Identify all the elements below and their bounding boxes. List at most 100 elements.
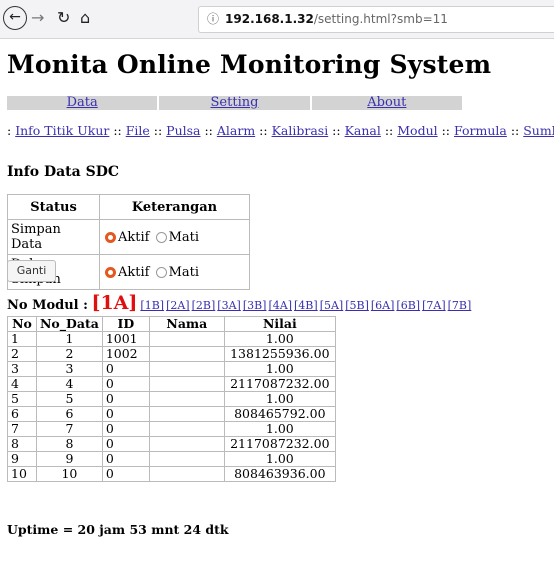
cell-nilai: 1.00 (223, 391, 336, 407)
cell-no: 3 (7, 361, 37, 377)
cell-no: 4 (7, 376, 37, 392)
menu-setting[interactable]: Setting (159, 96, 310, 110)
page-title: Monita Online Monitoring System (7, 50, 492, 79)
reload-icon[interactable]: ↻ (57, 8, 70, 27)
cell-no-data: 5 (36, 391, 103, 407)
debug-simpan-aktif-radio[interactable] (105, 266, 116, 278)
link-file[interactable]: File (126, 123, 150, 138)
modul-link[interactable]: [1B] (140, 299, 164, 312)
cell-id: 0 (101, 361, 150, 377)
cell-nama (148, 346, 225, 362)
link-modul[interactable]: Modul (397, 123, 437, 138)
cell-no: 8 (7, 436, 37, 452)
table-row: 10 10 0 808463936.00 (7, 466, 336, 482)
radio-label: Aktif (118, 264, 150, 280)
modul-link[interactable]: [7B] (448, 299, 472, 312)
cell-nilai: 808465792.00 (223, 406, 336, 422)
home-icon[interactable]: ⌂ (80, 8, 90, 27)
link-alarm[interactable]: Alarm (217, 123, 255, 138)
cell-no: 6 (7, 406, 37, 422)
cell-no-data: 8 (36, 436, 103, 452)
modul-link[interactable]: [7A] (422, 299, 446, 312)
modul-label: No Modul : (7, 298, 88, 313)
cell-no-data: 2 (36, 346, 103, 362)
cell-id: 0 (101, 451, 150, 467)
table-row: 3 3 0 1.00 (7, 361, 336, 377)
link-kalibrasi[interactable]: Kalibrasi (272, 123, 329, 138)
status-label: Simpan Data (7, 219, 100, 255)
main-menu: Data Setting About (7, 96, 462, 110)
table-row: 5 5 0 1.00 (7, 391, 336, 407)
link-pulsa[interactable]: Pulsa (166, 123, 200, 138)
col-no: No (7, 316, 37, 332)
link-kanal[interactable]: Kanal (345, 123, 381, 138)
cell-no-data: 4 (36, 376, 103, 392)
cell-nama (148, 331, 225, 347)
col-id: ID (101, 316, 150, 332)
table-row: 8 8 0 2117087232.00 (7, 436, 336, 452)
cell-nama (148, 406, 225, 422)
col-nilai: Nilai (223, 316, 336, 332)
simpan-data-aktif-radio[interactable] (105, 231, 116, 243)
section-title: Info Data SDC (7, 164, 119, 180)
cell-id: 0 (101, 406, 150, 422)
url-path: /setting.html?smb=11 (313, 12, 448, 26)
link-sumber[interactable]: Sumber (523, 123, 554, 138)
link-info-titik-ukur[interactable]: Info Titik Ukur (15, 123, 109, 138)
cell-no-data: 10 (36, 466, 103, 482)
modul-link[interactable]: [4B] (294, 299, 318, 312)
cell-id: 0 (101, 466, 150, 482)
info-icon[interactable]: ⓘ (207, 12, 219, 26)
simpan-data-mati-radio[interactable] (155, 231, 167, 243)
table-row: 7 7 0 1.00 (7, 421, 336, 437)
table-row: 9 9 0 1.00 (7, 451, 336, 467)
modul-link[interactable]: [4A] (268, 299, 292, 312)
cell-nama (148, 391, 225, 407)
cell-nilai: 1.00 (223, 361, 336, 377)
modul-link[interactable]: [2B] (192, 299, 216, 312)
table-row: 4 4 0 2117087232.00 (7, 376, 336, 392)
radio-label: Aktif (118, 229, 150, 245)
address-bar[interactable]: ⓘ 192.168.1.32/setting.html?smb=11 (198, 6, 554, 33)
cell-id: 1002 (101, 346, 150, 362)
uptime-text: Uptime = 20 jam 53 mnt 24 dtk (7, 522, 229, 537)
data-table: No No_Data ID Nama Nilai 1 1 1001 1.00 2 2 100… (7, 316, 336, 482)
modul-link[interactable]: [5B] (345, 299, 369, 312)
cell-id: 0 (101, 436, 150, 452)
radio-label: Mati (168, 229, 200, 245)
status-header: Status (7, 194, 100, 220)
cell-nilai: 808463936.00 (223, 466, 336, 482)
cell-nama (148, 436, 225, 452)
modul-link[interactable]: [5A] (320, 299, 344, 312)
cell-nama (148, 451, 225, 467)
modul-link[interactable]: [6A] (371, 299, 395, 312)
ganti-button[interactable]: Ganti (7, 260, 56, 282)
cell-no-data: 1 (36, 331, 103, 347)
cell-no: 2 (7, 346, 37, 362)
cell-nilai: 1.00 (223, 421, 336, 437)
current-modul: [1A] (91, 292, 138, 314)
cell-id: 1001 (101, 331, 150, 347)
browser-toolbar: ← → ↻ ⌂ ⓘ 192.168.1.32/setting.html?smb=1… (0, 0, 554, 39)
modul-link[interactable]: [3A] (217, 299, 241, 312)
cell-nilai: 1.00 (223, 451, 336, 467)
modul-link[interactable]: [6B] (396, 299, 420, 312)
cell-nama (148, 376, 225, 392)
table-row: 1 1 1001 1.00 (7, 331, 336, 347)
cell-no-data: 9 (36, 451, 103, 467)
cell-no-data: 7 (36, 421, 103, 437)
menu-data[interactable]: Data (7, 96, 158, 110)
modul-link[interactable]: [3B] (243, 299, 267, 312)
debug-simpan-mati-radio[interactable] (155, 266, 167, 278)
menu-about[interactable]: About (311, 96, 462, 110)
cell-no: 7 (7, 421, 37, 437)
cell-no: 10 (7, 466, 37, 482)
cell-nama (148, 361, 225, 377)
cell-no: 5 (7, 391, 37, 407)
cell-id: 0 (101, 376, 150, 392)
modul-link[interactable]: [2A] (166, 299, 190, 312)
back-icon[interactable]: ← (3, 6, 27, 30)
table-row: 6 6 0 808465792.00 (7, 406, 336, 422)
forward-icon[interactable]: → (31, 8, 44, 27)
link-formula[interactable]: Formula (454, 123, 507, 138)
